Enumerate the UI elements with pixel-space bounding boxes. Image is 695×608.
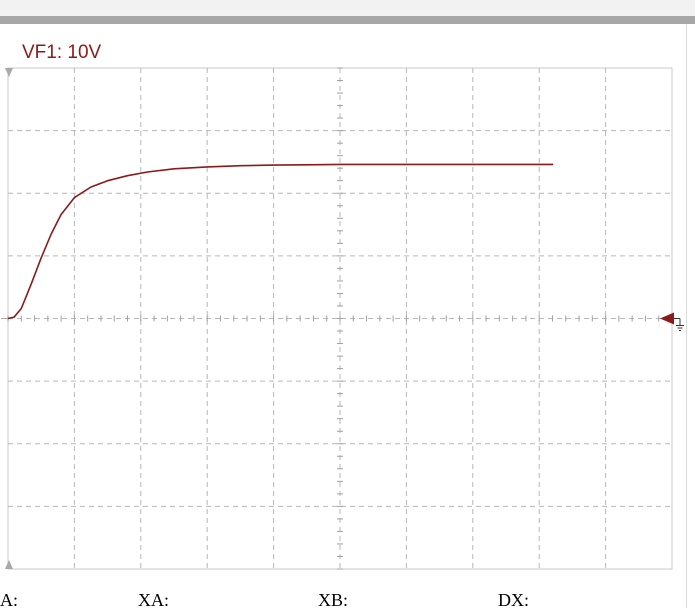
scope-display[interactable]: [0, 0, 695, 608]
readout-xb-label: XB:: [318, 590, 349, 608]
readout-dx-label: DX:: [498, 590, 529, 608]
oscilloscope-window: VF1: 10V A: XA: XB: DX:: [0, 0, 695, 608]
readout-xa-label: XA:: [138, 590, 169, 608]
readout-a-label: A:: [0, 590, 18, 608]
